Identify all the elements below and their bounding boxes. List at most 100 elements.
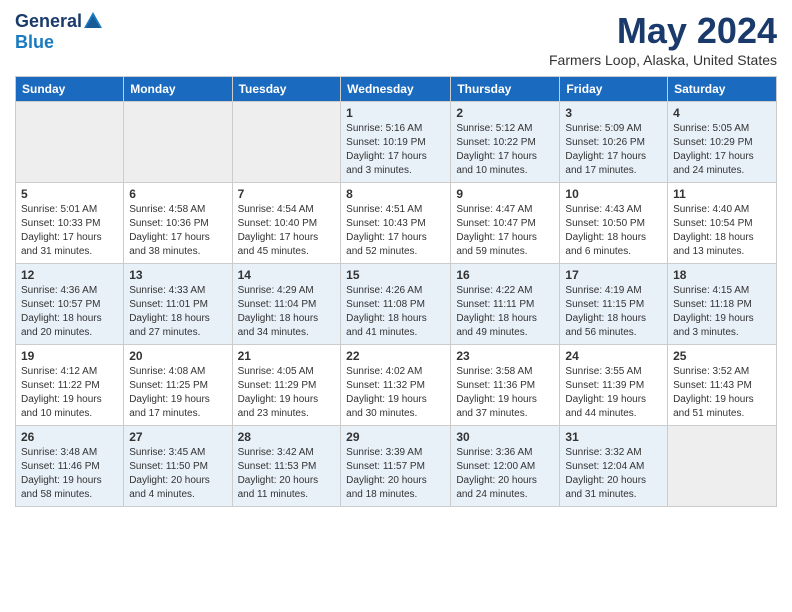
calendar-header-row: SundayMondayTuesdayWednesdayThursdayFrid… (16, 77, 777, 102)
calendar-week-row: 12 Sunrise: 4:36 AMSunset: 10:57 PMDaylig… (16, 264, 777, 345)
calendar-cell: 11 Sunrise: 4:40 AMSunset: 10:54 PMDaylig… (668, 183, 777, 264)
weekday-header: Thursday (451, 77, 560, 102)
day-number: 18 (673, 268, 771, 282)
day-info: Sunrise: 3:45 AMSunset: 11:50 PMDaylight… (129, 446, 226, 502)
day-number: 2 (456, 106, 554, 120)
day-info: Sunrise: 4:54 AMSunset: 10:40 PMDaylight… (238, 203, 336, 259)
day-info: Sunrise: 4:47 AMSunset: 10:47 PMDaylight… (456, 203, 554, 259)
day-number: 19 (21, 349, 118, 363)
day-number: 6 (129, 187, 226, 201)
calendar-week-row: 19 Sunrise: 4:12 AMSunset: 11:22 PMDaylig… (16, 345, 777, 426)
day-info: Sunrise: 4:51 AMSunset: 10:43 PMDaylight… (346, 203, 445, 259)
logo-general-text: General (15, 11, 82, 32)
day-number: 30 (456, 430, 554, 444)
day-info: Sunrise: 4:02 AMSunset: 11:32 PMDaylight… (346, 365, 445, 421)
day-info: Sunrise: 3:58 AMSunset: 11:36 PMDaylight… (456, 365, 554, 421)
calendar-cell: 25 Sunrise: 3:52 AMSunset: 11:43 PMDaylig… (668, 345, 777, 426)
day-number: 23 (456, 349, 554, 363)
day-number: 11 (673, 187, 771, 201)
calendar-cell: 16 Sunrise: 4:22 AMSunset: 11:11 PMDaylig… (451, 264, 560, 345)
calendar-cell: 8 Sunrise: 4:51 AMSunset: 10:43 PMDayligh… (341, 183, 451, 264)
day-number: 3 (565, 106, 662, 120)
page: General Blue May 2024 Farmers Loop, Alas… (0, 0, 792, 612)
day-number: 21 (238, 349, 336, 363)
day-info: Sunrise: 5:16 AMSunset: 10:19 PMDaylight… (346, 122, 445, 178)
calendar-cell: 5 Sunrise: 5:01 AMSunset: 10:33 PMDayligh… (16, 183, 124, 264)
calendar-cell: 15 Sunrise: 4:26 AMSunset: 11:08 PMDaylig… (341, 264, 451, 345)
header: General Blue May 2024 Farmers Loop, Alas… (15, 10, 777, 68)
weekday-header: Wednesday (341, 77, 451, 102)
calendar-cell: 30 Sunrise: 3:36 AMSunset: 12:00 AMDaylig… (451, 426, 560, 507)
calendar-cell: 6 Sunrise: 4:58 AMSunset: 10:36 PMDayligh… (124, 183, 232, 264)
day-number: 25 (673, 349, 771, 363)
day-info: Sunrise: 4:08 AMSunset: 11:25 PMDaylight… (129, 365, 226, 421)
day-info: Sunrise: 4:36 AMSunset: 10:57 PMDaylight… (21, 284, 118, 340)
day-info: Sunrise: 4:26 AMSunset: 11:08 PMDaylight… (346, 284, 445, 340)
calendar-cell: 3Sunrise: 5:09 AMSunset: 10:26 PMDayligh… (560, 102, 668, 183)
calendar-cell: 24 Sunrise: 3:55 AMSunset: 11:39 PMDaylig… (560, 345, 668, 426)
calendar-cell: 31Sunrise: 3:32 AMSunset: 12:04 AMDaylig… (560, 426, 668, 507)
calendar-cell: 20 Sunrise: 4:08 AMSunset: 11:25 PMDaylig… (124, 345, 232, 426)
day-info: Sunrise: 4:29 AMSunset: 11:04 PMDaylight… (238, 284, 336, 340)
calendar-cell: 28 Sunrise: 3:42 AMSunset: 11:53 PMDaylig… (232, 426, 341, 507)
day-info: Sunrise: 3:39 AMSunset: 11:57 PMDaylight… (346, 446, 445, 502)
calendar-cell: 7 Sunrise: 4:54 AMSunset: 10:40 PMDayligh… (232, 183, 341, 264)
month-title: May 2024 (549, 10, 777, 52)
day-info: Sunrise: 4:43 AMSunset: 10:50 PMDaylight… (565, 203, 662, 259)
logo-blue-text: Blue (15, 32, 104, 53)
location: Farmers Loop, Alaska, United States (549, 52, 777, 68)
day-number: 16 (456, 268, 554, 282)
day-number: 29 (346, 430, 445, 444)
day-info: Sunrise: 4:40 AMSunset: 10:54 PMDaylight… (673, 203, 771, 259)
title-section: May 2024 Farmers Loop, Alaska, United St… (549, 10, 777, 68)
day-info: Sunrise: 3:48 AMSunset: 11:46 PMDaylight… (21, 446, 118, 502)
weekday-header: Friday (560, 77, 668, 102)
day-number: 13 (129, 268, 226, 282)
calendar-cell: 12 Sunrise: 4:36 AMSunset: 10:57 PMDaylig… (16, 264, 124, 345)
calendar-week-row: 26Sunrise: 3:48 AMSunset: 11:46 PMDaylig… (16, 426, 777, 507)
day-info: Sunrise: 5:01 AMSunset: 10:33 PMDaylight… (21, 203, 118, 259)
calendar-cell: 19 Sunrise: 4:12 AMSunset: 11:22 PMDaylig… (16, 345, 124, 426)
day-number: 4 (673, 106, 771, 120)
calendar-cell: 18Sunrise: 4:15 AMSunset: 11:18 PMDaylig… (668, 264, 777, 345)
day-info: Sunrise: 4:33 AMSunset: 11:01 PMDaylight… (129, 284, 226, 340)
day-info: Sunrise: 5:12 AMSunset: 10:22 PMDaylight… (456, 122, 554, 178)
calendar-cell: 1 Sunrise: 5:16 AMSunset: 10:19 PMDayligh… (341, 102, 451, 183)
calendar-week-row: 1 Sunrise: 5:16 AMSunset: 10:19 PMDayligh… (16, 102, 777, 183)
day-number: 8 (346, 187, 445, 201)
calendar-cell: 21 Sunrise: 4:05 AMSunset: 11:29 PMDaylig… (232, 345, 341, 426)
weekday-header: Saturday (668, 77, 777, 102)
day-number: 12 (21, 268, 118, 282)
calendar-cell (124, 102, 232, 183)
day-info: Sunrise: 3:42 AMSunset: 11:53 PMDaylight… (238, 446, 336, 502)
day-info: Sunrise: 3:55 AMSunset: 11:39 PMDaylight… (565, 365, 662, 421)
calendar-cell: 29 Sunrise: 3:39 AMSunset: 11:57 PMDaylig… (341, 426, 451, 507)
day-number: 1 (346, 106, 445, 120)
calendar-cell: 26Sunrise: 3:48 AMSunset: 11:46 PMDaylig… (16, 426, 124, 507)
weekday-header: Monday (124, 77, 232, 102)
day-info: Sunrise: 3:52 AMSunset: 11:43 PMDaylight… (673, 365, 771, 421)
day-number: 20 (129, 349, 226, 363)
day-info: Sunrise: 4:05 AMSunset: 11:29 PMDaylight… (238, 365, 336, 421)
calendar-cell: 14Sunrise: 4:29 AMSunset: 11:04 PMDaylig… (232, 264, 341, 345)
day-info: Sunrise: 5:05 AMSunset: 10:29 PMDaylight… (673, 122, 771, 178)
calendar-cell: 10Sunrise: 4:43 AMSunset: 10:50 PMDaylig… (560, 183, 668, 264)
day-number: 27 (129, 430, 226, 444)
day-number: 22 (346, 349, 445, 363)
day-number: 24 (565, 349, 662, 363)
day-number: 28 (238, 430, 336, 444)
day-info: Sunrise: 4:22 AMSunset: 11:11 PMDaylight… (456, 284, 554, 340)
day-info: Sunrise: 3:36 AMSunset: 12:00 AMDaylight… (456, 446, 554, 502)
day-info: Sunrise: 4:12 AMSunset: 11:22 PMDaylight… (21, 365, 118, 421)
day-number: 15 (346, 268, 445, 282)
calendar-cell (668, 426, 777, 507)
calendar-cell: 23 Sunrise: 3:58 AMSunset: 11:36 PMDaylig… (451, 345, 560, 426)
day-number: 9 (456, 187, 554, 201)
calendar-cell: 4 Sunrise: 5:05 AMSunset: 10:29 PMDayligh… (668, 102, 777, 183)
day-number: 5 (21, 187, 118, 201)
calendar-cell (16, 102, 124, 183)
day-number: 7 (238, 187, 336, 201)
calendar-cell: 22 Sunrise: 4:02 AMSunset: 11:32 PMDaylig… (341, 345, 451, 426)
calendar-cell: 27 Sunrise: 3:45 AMSunset: 11:50 PMDaylig… (124, 426, 232, 507)
day-info: Sunrise: 4:58 AMSunset: 10:36 PMDaylight… (129, 203, 226, 259)
